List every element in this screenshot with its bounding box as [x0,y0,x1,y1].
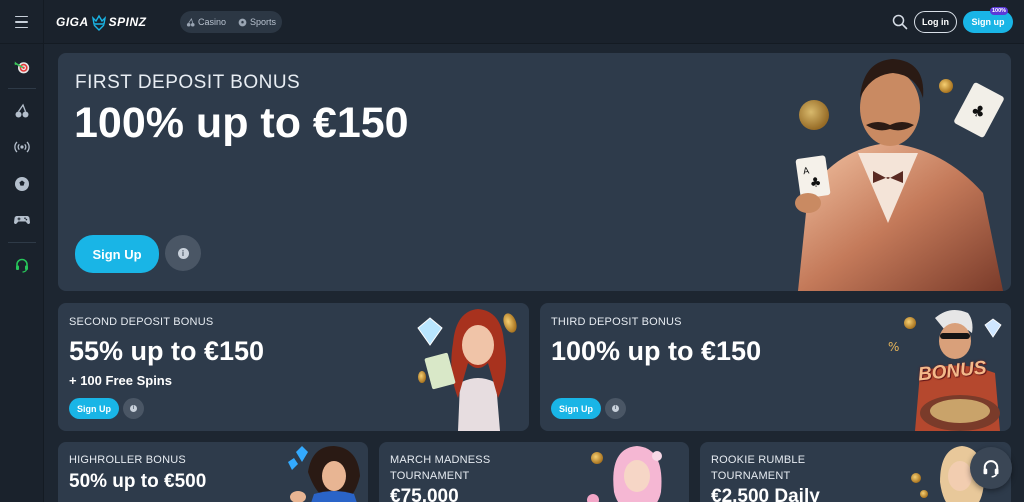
login-button[interactable]: Log in [914,11,957,33]
highroller-card[interactable]: HIGHROLLER BONUS 50% up to €500 [58,442,368,502]
card-subtitle: THIRD DEPOSIT BONUS [551,316,682,328]
cherry-icon [186,17,195,27]
signup-button[interactable]: Sign Up [75,235,159,273]
info-icon: i [177,247,189,259]
card-title: 50% up to €500 [69,471,207,492]
brand-right: SPINZ [108,15,147,29]
top-bar: GIGA SPINZ Casino Sports Log in Sign up … [0,0,1024,44]
card-subtitle: FIRST DEPOSIT BONUS [75,72,301,93]
redhead-illustration [417,309,517,431]
nav-casino-label: Casino [198,17,227,27]
sidebar-divider [8,88,36,89]
card-title: 100% up to €150 [551,336,762,366]
top-nav: Casino Sports [180,11,283,33]
sidebar-item-sports[interactable] [12,174,32,194]
highroller-illustration [288,446,360,502]
info-button[interactable]: i [165,235,201,271]
second-deposit-card[interactable]: SECOND DEPOSIT BONUS 55% up to €150 + 10… [58,303,529,431]
card-subtitle-line2: TOURNAMENT [711,470,791,482]
card-subtitle-line1: ROOKIE RUMBLE [711,454,806,466]
brand-logo[interactable]: GIGA SPINZ [56,12,147,32]
svg-text:%: % [888,340,899,354]
headset-icon [16,258,28,273]
card-subtitle-line2: TOURNAMENT [390,470,470,482]
signup-button[interactable]: Sign Up [69,398,119,419]
sidebar-item-promotions[interactable] [12,57,32,77]
nav-casino[interactable]: Casino [186,17,226,27]
svg-text:♣: ♣ [809,175,823,191]
sidebar-divider [8,242,36,243]
crown-logo-icon [91,14,106,31]
third-deposit-card[interactable]: THIRD DEPOSIT BONUS 100% up to €150 Sign… [540,303,1011,431]
card-subtitle: HIGHROLLER BONUS [69,454,186,466]
sidebar [0,44,44,502]
signup-button[interactable]: Sign Up [551,398,601,419]
nav-sports-label: Sports [250,17,277,27]
gentleman-illustration: A ♣ ♣ [795,59,1004,291]
march-madness-card[interactable]: MARCH MADNESS TOURNAMENT €75,000 [379,442,689,502]
soccer-ball-icon [15,177,29,191]
target-icon [14,61,30,74]
live-broadcast-icon [14,141,30,153]
sidebar-item-games[interactable] [12,209,32,229]
gamepad-icon [14,216,30,224]
pink-hair-illustration [587,446,662,502]
first-deposit-card[interactable]: FIRST DEPOSIT BONUS 100% up to €150 Sign… [58,53,1011,291]
sidebar-item-casino[interactable] [12,101,32,121]
signup-badge: 100% [990,7,1009,15]
card-title: 55% up to €150 [69,336,265,366]
card-subtitle-line1: MARCH MADNESS [390,454,491,466]
brand-left: GIGA [56,15,89,29]
soccer-ball-icon [238,18,247,26]
card-title: €2,500 Daily [711,486,820,502]
nav-sports[interactable]: Sports [238,17,276,27]
info-button[interactable]: i [605,398,626,419]
cherry-icon [15,103,29,118]
card-extra: + 100 Free Spins [69,373,172,388]
card-subtitle: SECOND DEPOSIT BONUS [69,316,214,328]
info-icon: i [130,405,137,412]
card-title: €75,000 [390,486,459,502]
support-chat-button[interactable] [970,447,1012,489]
info-icon: i [612,405,619,412]
sidebar-item-live[interactable] [12,137,32,157]
info-button[interactable]: i [123,398,144,419]
search-icon[interactable] [892,14,908,30]
headset-icon [983,460,999,478]
sidebar-item-support[interactable] [12,255,32,275]
hamburger-icon [15,14,28,31]
rookie-rumble-card[interactable]: ROOKIE RUMBLE TOURNAMENT €2,500 Daily [700,442,1011,502]
card-title: 100% up to €150 [74,99,409,147]
menu-button[interactable] [0,0,44,44]
